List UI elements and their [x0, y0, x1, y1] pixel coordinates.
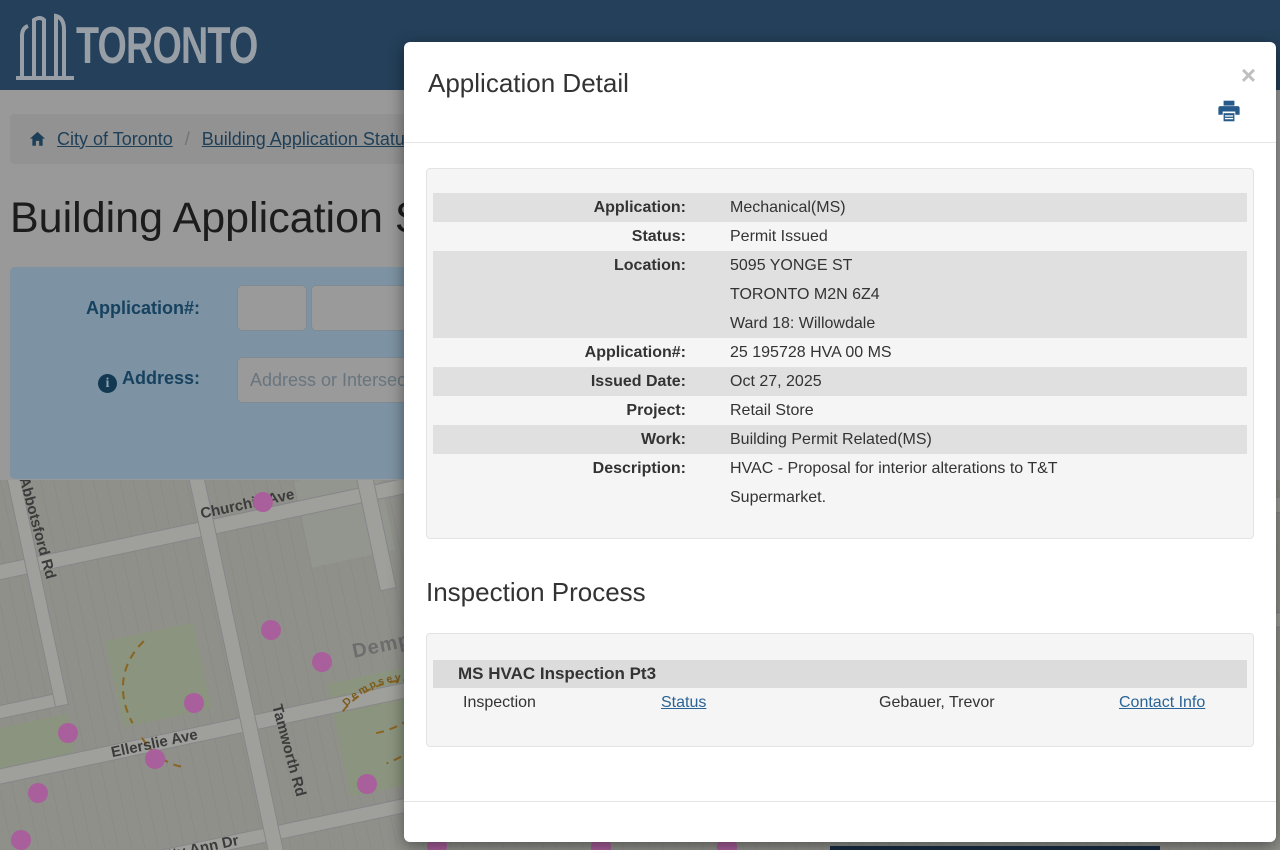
- modal-body: Application: Mechanical(MS) Status: Perm…: [404, 168, 1276, 747]
- info-icon[interactable]: i: [98, 374, 117, 393]
- map-highway-line: [830, 846, 1160, 850]
- map-marker[interactable]: [261, 620, 281, 640]
- inspection-contact-info-link[interactable]: Contact Info: [1119, 694, 1205, 711]
- toronto-logo[interactable]: TORONTO: [14, 6, 297, 84]
- inspection-row: Inspection Status Gebauer, Trevor Contac…: [433, 688, 1247, 718]
- breadcrumb-separator: /: [185, 129, 190, 150]
- breadcrumb-current-link[interactable]: Building Application Status: [202, 129, 414, 150]
- detail-row-description: Description: HVAC - Proposal for interio…: [433, 454, 1247, 512]
- printer-icon: [1216, 98, 1242, 124]
- detail-row-work: Work: Building Permit Related(MS): [433, 425, 1247, 454]
- map-marker[interactable]: [312, 652, 332, 672]
- modal-header: Application Detail ×: [404, 42, 1276, 143]
- map-marker[interactable]: [184, 693, 204, 713]
- breadcrumb-home-link[interactable]: City of Toronto: [57, 129, 173, 150]
- detail-row-project: Project: Retail Store: [433, 396, 1247, 425]
- application-detail-modal: Application Detail × Application: Mechan…: [404, 42, 1276, 842]
- map-marker[interactable]: [145, 749, 165, 769]
- inspection-process-heading: Inspection Process: [426, 577, 1254, 608]
- map-marker[interactable]: [253, 492, 273, 512]
- map-marker[interactable]: [28, 783, 48, 803]
- detail-row-application: Application: Mechanical(MS): [433, 193, 1247, 222]
- modal-footer: [404, 801, 1276, 842]
- address-label: iAddress:: [10, 368, 200, 393]
- home-icon: [28, 130, 47, 148]
- detail-row-location: Location: 5095 YONGE ST TORONTO M2N 6Z4 …: [433, 251, 1247, 338]
- inspection-type: Inspection: [463, 688, 661, 718]
- toronto-skyline-icon: [14, 6, 76, 84]
- map-marker[interactable]: [357, 774, 377, 794]
- inspection-status-link[interactable]: Status: [661, 694, 706, 711]
- inspection-panel: MS HVAC Inspection Pt3 Inspection Status…: [426, 633, 1254, 747]
- close-icon[interactable]: ×: [1239, 60, 1258, 90]
- inspection-inspector: Gebauer, Trevor: [879, 688, 1119, 718]
- application-details-panel: Application: Mechanical(MS) Status: Perm…: [426, 168, 1254, 539]
- application-number-label: Application#:: [10, 298, 200, 319]
- print-button[interactable]: [1216, 98, 1242, 127]
- application-number-part1-input[interactable]: [237, 285, 307, 331]
- modal-title: Application Detail: [428, 68, 629, 99]
- map-marker[interactable]: [11, 830, 31, 850]
- inspection-group-title: MS HVAC Inspection Pt3: [433, 660, 1247, 688]
- detail-row-application-number: Application#: 25 195728 HVA 00 MS: [433, 338, 1247, 367]
- logo-wordmark: TORONTO: [76, 15, 257, 75]
- detail-row-issued-date: Issued Date: Oct 27, 2025: [433, 367, 1247, 396]
- map-marker[interactable]: [58, 723, 78, 743]
- detail-row-status: Status: Permit Issued: [433, 222, 1247, 251]
